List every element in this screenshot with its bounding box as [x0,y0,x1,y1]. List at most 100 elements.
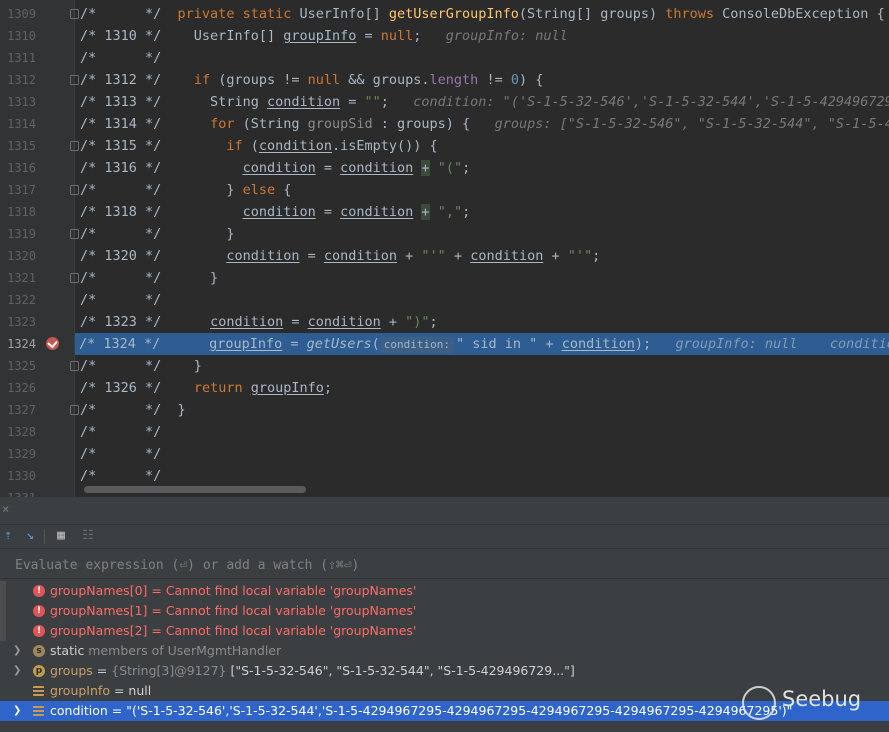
parameter-icon: p [33,665,45,677]
code-line[interactable]: /* */ } [76,355,889,377]
line-comment-marker: /* 1312 */ [80,72,178,88]
line-comment-marker: /* 1323 */ [80,314,178,330]
line-number[interactable]: 1310 [0,25,36,47]
code-line[interactable]: /* 1314 */ for (String groupSid : groups… [76,113,889,135]
error-message: groupNames[2] = Cannot find local variab… [50,623,417,638]
line-number[interactable]: 1322 [0,289,36,311]
line-number[interactable]: 1315 [0,135,36,157]
line-number[interactable]: 1329 [0,443,36,465]
line-number[interactable]: 1328 [0,421,36,443]
line-number[interactable]: 1318 [0,201,36,223]
code-token: groupInfo [283,28,357,44]
code-line[interactable]: /* 1326 */ return groupInfo; [76,377,889,399]
code-token: condition [210,314,284,330]
code-line[interactable]: /* */ [76,47,889,69]
line-number[interactable]: 1320 [0,245,36,267]
settings-icon[interactable]: ☷ [80,528,96,544]
variable-row[interactable]: ! groupNames[1] = Cannot find local varia… [0,601,889,621]
code-line[interactable]: /* */ } [76,267,889,289]
restore-layout-icon[interactable]: ⇡ [0,528,16,544]
seebug-watermark: Seebug [742,683,867,723]
code-token: = [282,336,307,352]
code-token: 0 [510,72,519,88]
line-number[interactable]: 1319 [0,223,36,245]
line-number[interactable]: 1317 [0,179,36,201]
line-number[interactable]: 1323 [0,311,36,333]
close-icon[interactable]: × [2,502,9,516]
code-line[interactable]: /* */ [76,421,889,443]
line-number[interactable]: 1309 [0,3,36,25]
line-number[interactable]: 1326 [0,377,36,399]
variable-text: groupNames[1] = Cannot find local variab… [50,601,416,621]
code-token: ; [462,160,471,176]
inline-value-hint: groups: ["S-1-5-32-546", "S-1-5-32-544",… [494,116,889,132]
code-line[interactable]: /* */ } [76,399,889,421]
code-line[interactable]: /* */ [76,465,889,487]
code-line[interactable]: /* */ [76,443,889,465]
line-number[interactable]: 1316 [0,157,36,179]
line-number[interactable]: 1321 [0,267,36,289]
code-token: condition [307,314,381,330]
code-editor[interactable]: 1309 1310 1311 1312 1313 1314 1315 1316 1317 1318… [0,0,889,497]
code-token: condition [258,138,333,154]
code-token: throws [665,6,723,22]
code-line[interactable]: /* 1310 */ UserInfo[] groupInfo = null; … [76,25,889,47]
code-line[interactable]: /* */ } else { [76,179,889,201]
variable-row[interactable]: ❯ s static members of UserMgmtHandler [0,641,889,661]
line-number[interactable]: 1314 [0,113,36,135]
code-token: ) { [518,72,544,88]
line-comment-marker: /* 1318 */ [80,204,178,220]
code-token: { [283,182,292,198]
evaluate-expression-input[interactable] [8,554,878,576]
code-line[interactable]: /* 1318 */ condition = condition + ","; [76,201,889,223]
code-line[interactable]: /* */ } [76,223,889,245]
code-area[interactable]: /* */ private static UserInfo[] getUserG… [75,0,889,497]
variable-row[interactable]: ! groupNames[2] = Cannot find local varia… [0,621,889,641]
code-line[interactable]: /* 1315 */ if (condition.isEmpty()) { [76,135,889,157]
code-token: } [177,270,219,286]
equals-sign: = [92,663,112,678]
code-token: } [177,358,202,374]
error-icon: ! [33,605,45,617]
editor-gutter[interactable]: 1309 1310 1311 1312 1313 1314 1315 1316 1317 1318… [0,0,79,497]
code-token: groupInfo [209,336,283,352]
code-token: else [242,182,284,198]
static-icon: s [33,645,45,657]
table-view-icon[interactable]: ▦ [53,528,69,544]
code-line[interactable]: /* 1324 */ groupInfo = getUsers(conditio… [75,333,889,355]
line-number[interactable]: 1312 [0,69,36,91]
expand-arrow-icon[interactable]: ❯ [13,701,23,721]
breakpoint-icon[interactable] [46,337,59,350]
code-token: ; [380,94,414,110]
code-line[interactable]: /* 1316 */ condition = condition + "("; [76,157,889,179]
line-number[interactable]: 1330 [0,465,36,487]
variable-text: groupNames[0] = Cannot find local variab… [50,581,416,601]
expand-arrow-icon[interactable]: ❯ [13,641,23,661]
field-icon [33,686,44,696]
code-line[interactable]: /* 1320 */ condition = condition + "'" +… [76,245,889,267]
code-line[interactable]: /* 1313 */ String condition = ""; condit… [76,91,889,113]
code-token: ; [413,28,446,44]
line-number[interactable]: 1324 [0,333,36,355]
code-line[interactable]: /* 1312 */ if (groups != null && groups.… [76,69,889,91]
line-number[interactable]: 1311 [0,47,36,69]
horizontal-scrollbar[interactable] [84,486,306,493]
line-comment-marker: /* 1320 */ [80,248,178,264]
code-line[interactable]: /* */ private static UserInfo[] getUserG… [76,3,889,25]
line-comment-marker: /* */ [80,182,178,198]
variable-row[interactable]: ❯ p groups = {String[3]@9127} ["S-1-5-32-5… [0,661,889,681]
variable-row[interactable]: ! groupNames[0] = Cannot find local varia… [0,581,889,601]
line-number[interactable]: 1331 [0,487,36,497]
line-number[interactable]: 1325 [0,355,36,377]
code-token: != [478,72,511,88]
code-line[interactable]: /* */ [76,289,889,311]
code-line[interactable]: /* 1323 */ condition = condition + ")"; [76,311,889,333]
step-icon[interactable]: ↘ [22,528,38,544]
code-token: + [543,248,568,264]
expand-arrow-icon[interactable]: ❯ [13,661,23,681]
line-number[interactable]: 1313 [0,91,36,113]
inline-value-hint: groupInfo: null [445,28,568,44]
line-number[interactable]: 1327 [0,399,36,421]
